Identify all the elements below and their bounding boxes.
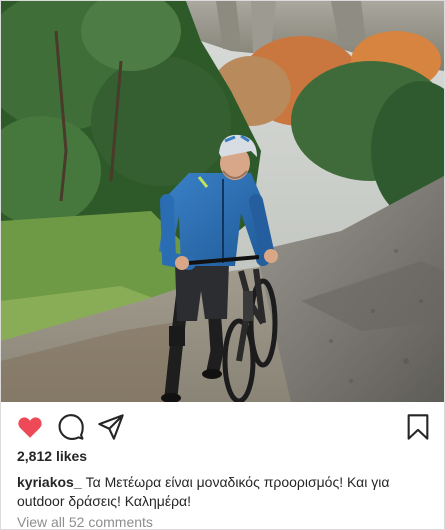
action-bar <box>1 405 444 447</box>
likes-number: 2,812 <box>17 448 53 464</box>
paper-plane-icon <box>98 414 124 440</box>
like-button[interactable] <box>16 413 44 441</box>
comment-bubble-icon <box>58 414 84 440</box>
view-all-comments-link[interactable]: View all 52 comments <box>17 514 153 530</box>
post-caption: kyriakos_ Τα Μετέωρα είναι μοναδικός προο… <box>17 473 427 511</box>
post-photo[interactable] <box>1 1 444 402</box>
likes-suffix: likes <box>55 448 88 464</box>
caption-username[interactable]: kyriakos_ <box>17 474 82 490</box>
share-button[interactable] <box>97 413 125 441</box>
instagram-post: 2,812 likes kyriakos_ Τα Μετέωρα είναι μο… <box>0 0 445 530</box>
save-button[interactable] <box>404 413 432 441</box>
heart-icon <box>18 417 42 438</box>
likes-count[interactable]: 2,812 likes <box>17 448 87 464</box>
comment-button[interactable] <box>57 413 85 441</box>
bookmark-icon <box>407 414 429 440</box>
